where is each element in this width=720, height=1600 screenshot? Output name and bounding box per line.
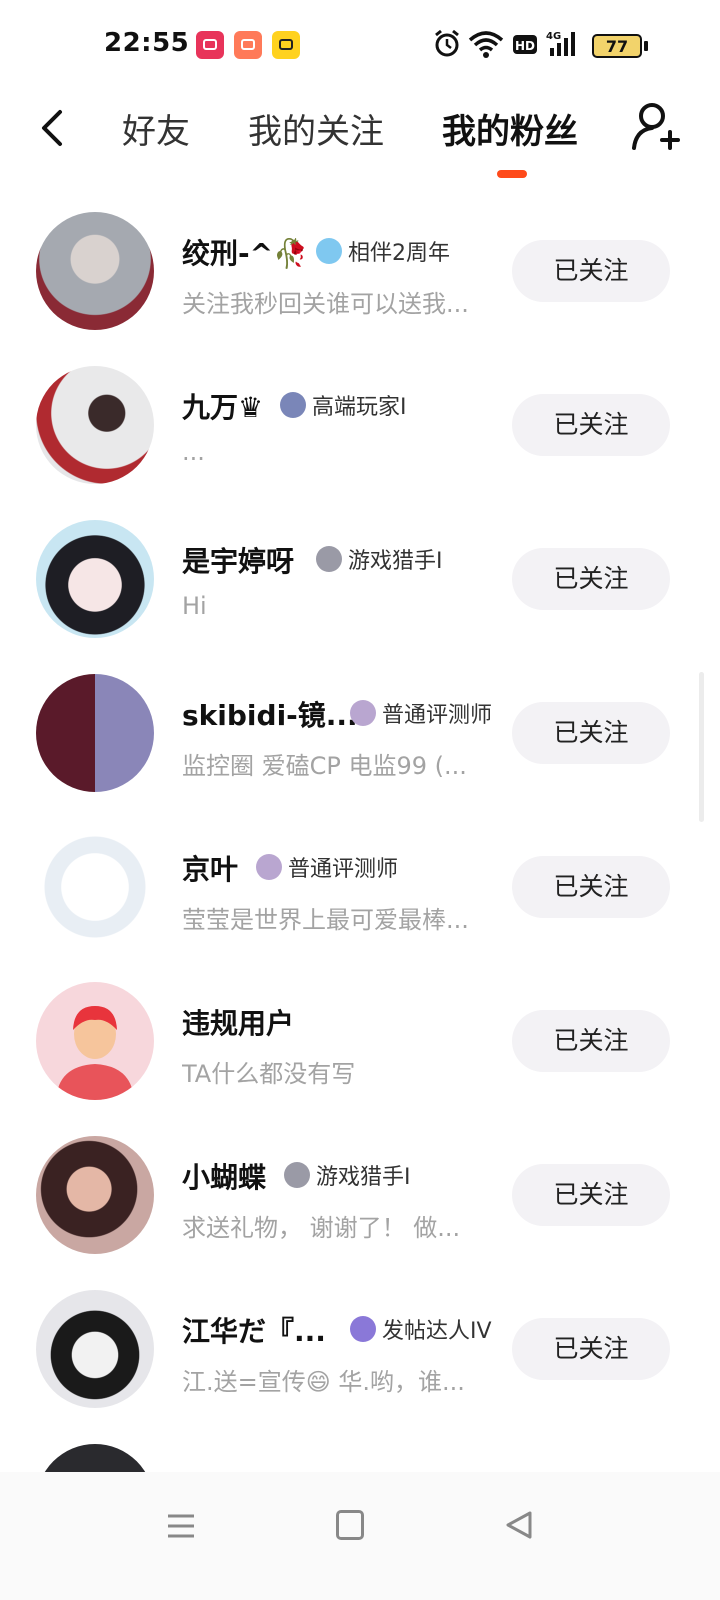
following-button[interactable]: 已关注: [512, 394, 670, 456]
title-badge: 普通评测师: [256, 852, 398, 882]
post-master-badge-icon: [350, 1316, 376, 1342]
following-button[interactable]: 已关注: [512, 702, 670, 764]
alarm-icon: [435, 29, 459, 57]
avatar[interactable]: [36, 982, 154, 1100]
hd-icon: HD: [513, 35, 537, 54]
fan-bio: 监控圈 爱磕CP 电监99 (...: [182, 752, 467, 780]
back-button[interactable]: [30, 104, 78, 152]
following-button[interactable]: 已关注: [512, 1318, 670, 1380]
status-bar: 22:55 HD 4G 77: [0, 0, 720, 90]
add-friend-button[interactable]: [630, 100, 680, 152]
svg-text:4G: 4G: [546, 31, 561, 42]
following-button[interactable]: 已关注: [512, 856, 670, 918]
list-item[interactable]: 违规用户 TA什么都没有写 已关注: [0, 966, 720, 1120]
reviewer-badge-icon: [350, 700, 376, 726]
tab-fans[interactable]: 我的粉丝: [442, 104, 578, 153]
active-tab-indicator: [497, 170, 527, 178]
list-item[interactable]: 是宇婷呀 游戏猎手I Hi 已关注: [0, 504, 720, 658]
tab-friends[interactable]: 好友: [122, 104, 190, 153]
fan-bio: 求送礼物， 谢谢了！ 做...: [182, 1214, 461, 1242]
battery-icon: 77: [592, 34, 642, 58]
back-key[interactable]: [504, 1510, 534, 1540]
title-badge-text: 普通评测师: [288, 857, 399, 882]
fan-name: 九万♛: [182, 391, 264, 424]
status-time: 22:55: [104, 28, 190, 58]
system-icons: HD 4G 77: [420, 28, 720, 64]
high-end-player-badge-icon: [280, 392, 306, 418]
avatar[interactable]: [36, 674, 154, 792]
avatar[interactable]: [36, 1290, 154, 1408]
list-item[interactable]: 京叶 普通评测师 莹莹是世界上最可爱最棒... 已关注: [0, 812, 720, 966]
add-user-icon: [632, 103, 680, 150]
avatar[interactable]: [36, 212, 154, 330]
battery-level: 77: [605, 37, 629, 56]
title-badge: 高端玩家I: [280, 390, 407, 420]
fan-name: 江华だ『...: [182, 1315, 326, 1348]
fan-bio: 莹莹是世界上最可爱最棒...: [182, 906, 469, 934]
game-hunter-badge-icon: [316, 546, 342, 572]
system-nav-bar: [0, 1472, 720, 1600]
following-button[interactable]: 已关注: [512, 240, 670, 302]
wifi-icon: [468, 31, 504, 58]
following-button[interactable]: 已关注: [512, 1010, 670, 1072]
list-item[interactable]: 九万♛ 高端玩家I ... 已关注: [0, 350, 720, 504]
following-button[interactable]: 已关注: [512, 1164, 670, 1226]
tv-app-icon: [272, 31, 300, 59]
list-item[interactable]: 江华だ『... 发帖达人IV 江.送=宣传😄 华.哟，谁... 已关注: [0, 1274, 720, 1428]
reviewer-badge-icon: [256, 854, 282, 880]
game-app-icon: [234, 31, 262, 59]
avatar[interactable]: [36, 520, 154, 638]
default-user-icon: [56, 1006, 134, 1100]
top-nav: 好友 我的关注 我的粉丝: [0, 90, 720, 190]
fan-name: 绞刑-^🥀: [182, 237, 308, 270]
title-badge: 普通评测师: [350, 698, 492, 728]
avatar[interactable]: [36, 1136, 154, 1254]
fan-bio: Hi: [182, 592, 207, 620]
home-key[interactable]: [336, 1510, 364, 1540]
anniversary-badge-icon: [316, 238, 342, 264]
4g-signal-icon: 4G: [546, 31, 575, 56]
avatar[interactable]: [36, 1444, 154, 1472]
video-app-icon: [196, 31, 224, 59]
title-badge-text: 普通评测师: [382, 703, 493, 728]
battery-tip: [644, 41, 648, 51]
list-item-partial[interactable]: [0, 1428, 720, 1472]
game-hunter-badge-icon: [284, 1162, 310, 1188]
fan-bio: 关注我秒回关谁可以送我...: [182, 290, 469, 318]
title-badge: 游戏猎手I: [284, 1160, 411, 1190]
title-badge-text: 游戏猎手I: [348, 549, 443, 574]
svg-text:HD: HD: [515, 39, 535, 53]
chevron-left-icon: [42, 110, 62, 146]
avatar[interactable]: [36, 366, 154, 484]
fan-name: skibidi-镜...: [182, 699, 358, 732]
title-badge: 游戏猎手I: [316, 544, 443, 574]
fan-bio: 江.送=宣传😄 华.哟，谁...: [182, 1368, 465, 1396]
fan-bio: ...: [182, 438, 205, 466]
fan-name: 京叶: [182, 853, 239, 886]
following-button[interactable]: 已关注: [512, 548, 670, 610]
fan-name: 是宇婷呀: [182, 545, 295, 578]
title-badge: 发帖达人IV: [350, 1314, 492, 1344]
title-badge-text: 发帖达人IV: [382, 1319, 492, 1344]
back-triangle-icon: [506, 1511, 532, 1539]
title-badge-text: 游戏猎手I: [316, 1165, 411, 1190]
menu-icon: [168, 1514, 194, 1538]
fan-bio: TA什么都没有写: [182, 1060, 356, 1088]
scrollbar[interactable]: [699, 672, 704, 822]
title-badge-text: 相伴2周年: [348, 241, 450, 266]
fan-name: 小蝴蝶: [182, 1161, 267, 1194]
avatar[interactable]: [36, 828, 154, 946]
list-item[interactable]: 小蝴蝶 游戏猎手I 求送礼物， 谢谢了！ 做... 已关注: [0, 1120, 720, 1274]
fan-list: 绞刑-^🥀 相伴2周年 关注我秒回关谁可以送我... 已关注 九万♛ 高端玩家I…: [0, 196, 720, 1472]
tab-following[interactable]: 我的关注: [248, 104, 384, 153]
title-badge: 相伴2周年: [316, 236, 450, 266]
menu-key[interactable]: [166, 1512, 196, 1540]
fan-name: 违规用户: [182, 1007, 295, 1040]
title-badge-text: 高端玩家I: [312, 395, 407, 420]
list-item[interactable]: skibidi-镜... 普通评测师 监控圈 爱磕CP 电监99 (... 已关…: [0, 658, 720, 812]
list-item[interactable]: 绞刑-^🥀 相伴2周年 关注我秒回关谁可以送我... 已关注: [0, 196, 720, 350]
